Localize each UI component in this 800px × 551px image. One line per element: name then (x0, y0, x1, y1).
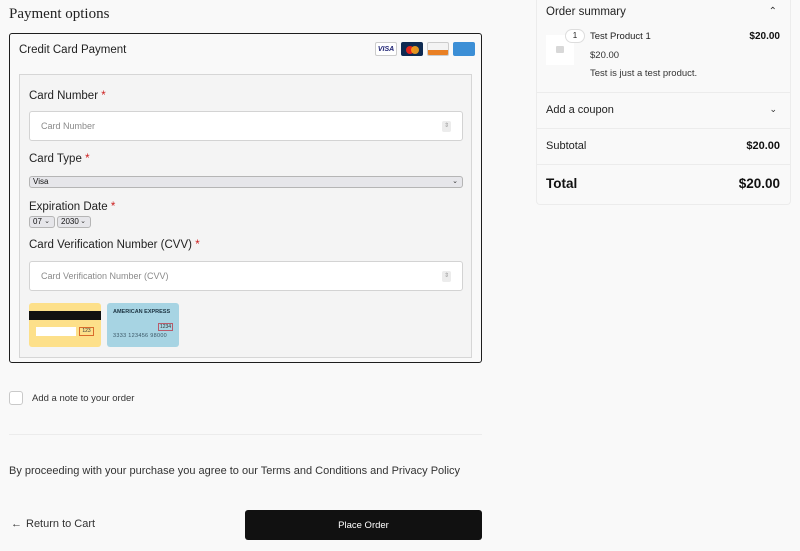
order-note-row[interactable]: Add a note to your order (9, 391, 134, 405)
return-to-cart-link[interactable]: ← Return to Cart (11, 518, 95, 530)
visa-logo-icon: VISA (375, 42, 397, 56)
chevron-up-icon[interactable]: ⌃ (769, 6, 777, 17)
divider (537, 92, 790, 93)
card-number-input[interactable]: Card Number ⇕ (29, 111, 463, 141)
order-summary-title[interactable]: Order summary (546, 6, 626, 18)
spinner-icon[interactable]: ⇕ (442, 271, 451, 282)
required-marker: * (195, 239, 200, 251)
card-type-label: Card Type * (29, 153, 90, 165)
product-line-total: $20.00 (749, 31, 780, 42)
expiration-year-select[interactable]: 2030 ⌄ (57, 216, 91, 228)
cvv-code-3: 123 (79, 327, 94, 336)
chevron-down-icon: ⌄ (44, 218, 50, 225)
total-value: $20.00 (738, 176, 780, 191)
product-name: Test Product 1 (590, 31, 651, 42)
terms-text: By proceeding with your purchase you agr… (9, 465, 461, 477)
mastercard-logo-icon (401, 42, 423, 56)
order-note-label[interactable]: Add a note to your order (32, 393, 134, 404)
subtotal-value: $20.00 (746, 140, 780, 152)
required-marker: * (110, 201, 116, 213)
chevron-down-icon: ⌄ (80, 218, 86, 225)
add-coupon-toggle[interactable]: Add a coupon (546, 104, 614, 116)
amex-card-number: 3333 123456 98000 (113, 333, 168, 339)
cvv-input[interactable]: Card Verification Number (CVV) ⇕ (29, 261, 463, 291)
arrow-left-icon: ← (11, 518, 22, 530)
order-summary-panel: Order summary ⌃ 1 Test Product 1 $20.00 … (536, 0, 791, 205)
spinner-icon[interactable]: ⇕ (442, 121, 451, 132)
card-logos: VISA (375, 42, 475, 56)
cvv-label: Card Verification Number (CVV) * (29, 239, 200, 251)
image-placeholder-icon (556, 46, 564, 53)
required-marker: * (85, 153, 90, 165)
total-label: Total (546, 176, 578, 191)
divider (537, 164, 790, 165)
chevron-down-icon: ⌄ (452, 178, 458, 185)
quantity-badge: 1 (565, 29, 585, 43)
payment-options-title: Payment options (9, 6, 110, 22)
amex-card-title: AMERICAN EXPRESS (113, 309, 171, 315)
cvv-code-4: 1234 (158, 323, 173, 331)
payment-method-label: Credit Card Payment (19, 44, 127, 56)
divider (537, 128, 790, 129)
card-form: Card Number * Card Number ⇕ Card Type * … (19, 74, 472, 358)
product-price: $20.00 (590, 50, 620, 61)
card-type-select[interactable]: Visa ⌄ (29, 176, 463, 188)
credit-card-payment-panel: Credit Card Payment VISA Card Number * C… (9, 33, 482, 363)
magnetic-stripe (29, 311, 101, 320)
place-order-button[interactable]: Place Order (245, 510, 482, 540)
required-marker: * (101, 90, 106, 102)
amex-logo-icon (453, 42, 475, 56)
product-description: Test is just a test product. (590, 68, 698, 79)
divider (9, 434, 482, 435)
discover-logo-icon (427, 42, 449, 56)
card-number-label: Card Number * (29, 90, 106, 102)
cvv-example-card-back: 123 (29, 303, 101, 347)
cvv-example-amex-front: AMERICAN EXPRESS 1234 3333 123456 98000 (107, 303, 179, 347)
expiration-date-label: Expiration Date * (29, 201, 116, 213)
subtotal-label: Subtotal (546, 140, 587, 152)
expiration-month-select[interactable]: 07 ⌄ (29, 216, 55, 228)
chevron-down-icon[interactable]: ⌄ (769, 104, 777, 115)
signature-strip (36, 327, 76, 336)
order-note-checkbox[interactable] (9, 391, 23, 405)
